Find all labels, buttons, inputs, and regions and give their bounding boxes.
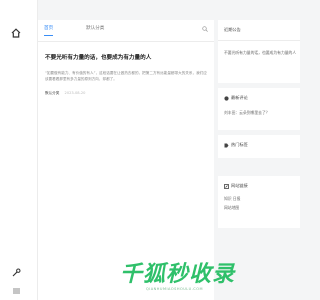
announcement-widget: 近期公告 不要光听有力量的话，也要成为有力量的人: [218, 20, 300, 83]
links-header-label: 网站链接: [231, 183, 248, 188]
divider: [218, 40, 300, 41]
category-tabs: 首页 默认分类: [38, 20, 214, 42]
tags-header: 热门标签: [224, 142, 248, 148]
tags-widget: 热门标签: [218, 135, 300, 158]
article-meta: 默认分类 2023-08-20: [45, 90, 210, 96]
article-category[interactable]: 默认分类: [45, 91, 59, 95]
watermark-logo: 千狐秒收录: [120, 262, 236, 287]
friend-link[interactable]: 知识 日报: [224, 196, 240, 202]
latest-article-title: 不要光听有力量的话，也要成为有力量的人: [224, 50, 297, 55]
comments-widget: 最新评论 刘丰田：云朵到哪里去了？: [218, 88, 300, 130]
wrench-icon[interactable]: [12, 268, 21, 277]
sitemap-link[interactable]: 网站地图: [224, 205, 239, 211]
article-title[interactable]: 不要光听有力量的话，也要成为有力量的人: [45, 54, 210, 62]
links-widget: 网站链接 知识 日报 网站地图: [218, 176, 300, 228]
article-date: 2023-08-20: [64, 91, 86, 96]
tag-icon: [224, 143, 229, 147]
tab-home[interactable]: 首页: [44, 25, 54, 36]
comment-item[interactable]: 刘丰田：云朵到哪里去了？: [224, 110, 270, 116]
comments-header-label: 最新评论: [231, 95, 248, 100]
comments-header: 最新评论: [224, 95, 248, 101]
tab-default-category[interactable]: 默认分类: [86, 25, 104, 33]
announcement-header: 近期公告: [224, 27, 241, 32]
left-nav: [0, 0, 38, 300]
home-icon[interactable]: [11, 28, 21, 38]
search-icon[interactable]: [202, 26, 208, 32]
link-icon: [224, 183, 229, 189]
menu-icon[interactable]: [12, 288, 21, 294]
article-card: 不要光听有力量的话，也要成为有力量的人 “如要做有能力、有价值的有人”，这段话要…: [45, 54, 210, 96]
latest-article-link[interactable]: 不要光听有力量的话，也要成为有力量的人: [224, 50, 296, 56]
comment-icon: [224, 95, 229, 101]
main-content: 首页 默认分类 不要光听有力量的话，也要成为有力量的人 “如要做有能力、有价值的…: [38, 20, 214, 300]
article-excerpt: “如要做有能力、有价值的有人”，这段话要在让做热去都的，把第二方有远能量都带大的…: [45, 71, 207, 82]
links-header: 网站链接: [224, 183, 248, 189]
tags-header-label: 热门标签: [231, 142, 248, 147]
watermark-subtext: QIANHUMIAOSHOULU.COM: [146, 287, 203, 291]
